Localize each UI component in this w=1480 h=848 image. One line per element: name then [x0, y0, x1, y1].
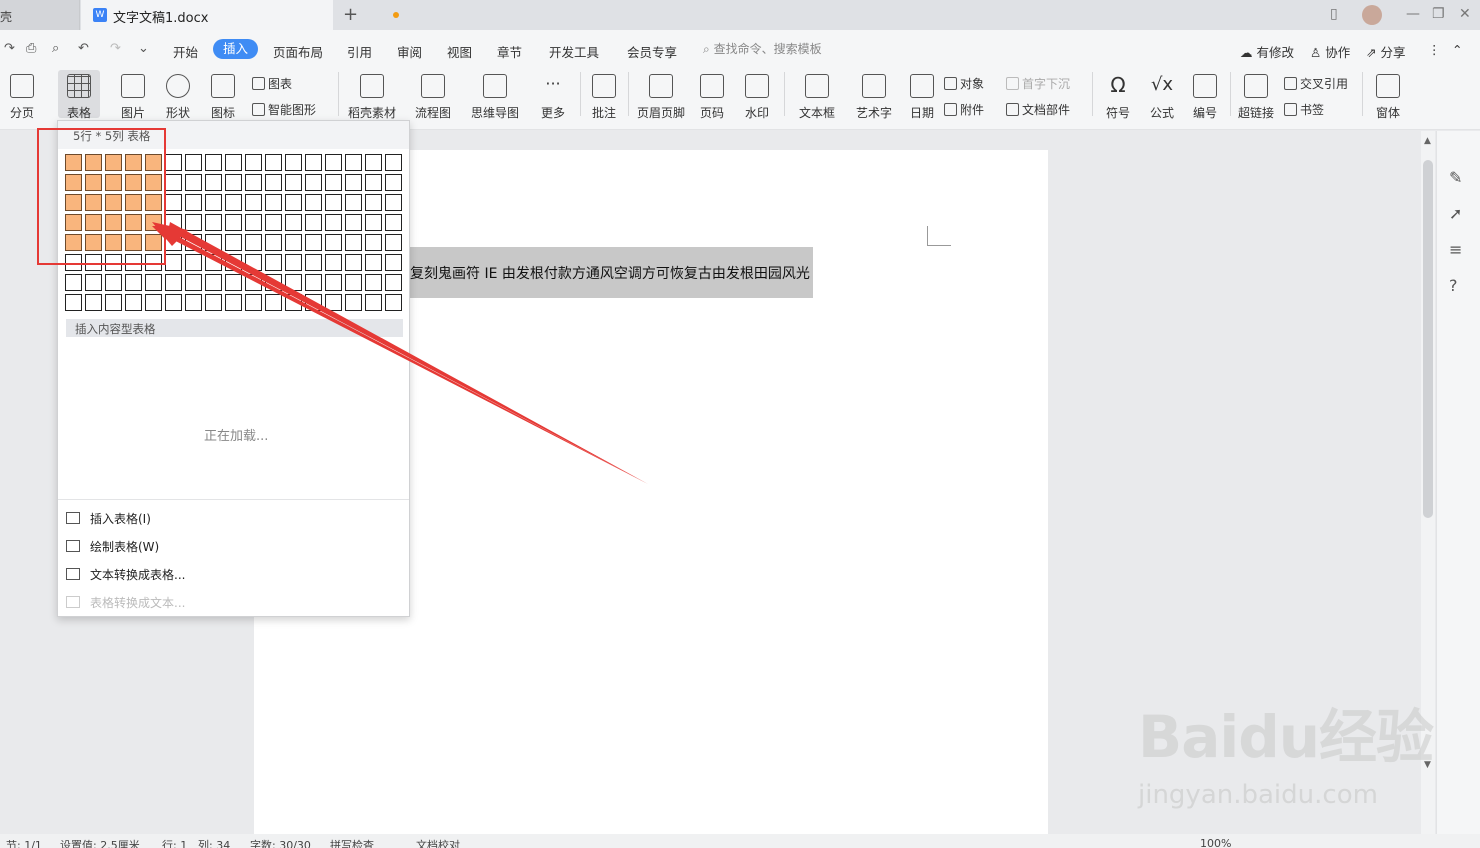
watermark-brand: Baidu经验 — [1138, 703, 1434, 771]
baidu-watermark: Baidu经验 jingyan.baidu.com — [1138, 690, 1434, 810]
arrow-shaft — [152, 222, 648, 484]
arrow-shaft-thin — [160, 229, 648, 484]
watermark-url: jingyan.baidu.com — [1138, 780, 1378, 810]
